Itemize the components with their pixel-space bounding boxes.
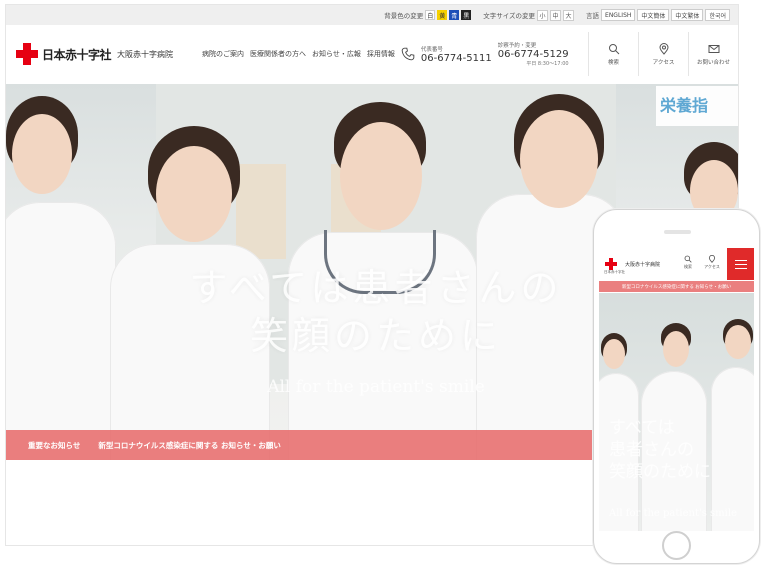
contact-button[interactable]: お問い合わせ xyxy=(688,32,738,76)
tel-main-number: 06-6774-5111 xyxy=(420,52,492,64)
tel-reserve-number: 06-6774-5129 xyxy=(497,49,569,60)
mail-icon xyxy=(708,44,719,53)
mobile-screen: 日本赤十字社 大阪赤十字病院 検索 アクセス 新型コロナウイルス感染症に関する … xyxy=(599,248,754,531)
tel-reserve-label: 診察予約・変更 xyxy=(497,43,537,49)
font-size-group: 文字サイズの変更 小 中 大 xyxy=(483,9,575,21)
tel-reserve[interactable]: 診察予約・変更 06-6774-5129 平日 8:30〜17:00 xyxy=(498,41,569,67)
hamburger-menu-button[interactable] xyxy=(727,248,754,280)
contact-label: お問い合わせ xyxy=(696,59,730,66)
access-button[interactable]: アクセス xyxy=(638,32,688,76)
mobile-search-label: 検索 xyxy=(684,264,692,269)
hero-tagline: すべては患者さんの 笑顔のために xyxy=(166,264,586,360)
hallway-door xyxy=(236,164,286,259)
background-color-label: 背景色の変更 xyxy=(384,12,424,20)
notice-link[interactable]: 新型コロナウイルス感染症に関する お知らせ・お願い xyxy=(98,440,280,451)
access-label: アクセス xyxy=(652,59,675,66)
mobile-notice-bar[interactable]: 新型コロナウイルス感染症に関する お知らせ・お願い xyxy=(599,281,754,292)
mobile-search-button[interactable]: 検索 xyxy=(677,255,699,270)
red-cross-icon xyxy=(16,43,38,65)
hamburger-icon xyxy=(734,259,747,261)
lang-korean-button[interactable]: 한국어 xyxy=(705,9,730,21)
mobile-tagline-line3: 笑顔のために xyxy=(609,462,711,482)
header-icon-buttons: 検索 アクセス お問い合わせ xyxy=(588,32,738,76)
language-label: 言語 xyxy=(586,12,600,20)
hospital-name: 大阪赤十字病院 xyxy=(117,49,174,59)
bg-white-button[interactable]: 白 xyxy=(425,10,436,20)
tel-hours: 平日 8:30〜17:00 xyxy=(526,61,569,67)
search-label: 検索 xyxy=(607,59,619,66)
bg-blue-button[interactable]: 青 xyxy=(449,10,460,20)
phone-speaker xyxy=(664,230,691,234)
mobile-header: 日本赤十字社 大阪赤十字病院 検索 アクセス xyxy=(599,248,754,280)
tel-main[interactable]: 代表番号 06-6774-5111 xyxy=(421,45,492,64)
lang-english-button[interactable]: ENGLISH xyxy=(601,9,636,21)
tel-main-label: 代表番号 xyxy=(420,46,443,53)
search-icon xyxy=(608,43,619,54)
site-header: 日本赤十字社 大阪赤十字病院 病院のご案内 医療関係者の方へ お知らせ・広報 採… xyxy=(6,25,738,83)
bg-black-button[interactable]: 黒 xyxy=(461,10,472,20)
notice-label: 重要なお知らせ xyxy=(28,440,81,450)
utility-bar: 背景色の変更 白 黄 青 黒 文字サイズの変更 小 中 大 言語 ENGLISH… xyxy=(6,5,738,25)
hallway-sign: 栄養指 xyxy=(656,86,738,126)
global-nav: 病院のご案内 医療関係者の方へ お知らせ・広報 採用情報 xyxy=(202,49,395,59)
nav-item-about[interactable]: 病院のご案内 xyxy=(202,49,244,59)
font-size-small-button[interactable]: 小 xyxy=(537,9,549,21)
map-pin-icon xyxy=(658,42,669,55)
map-pin-icon xyxy=(708,254,716,263)
mobile-hospital-name[interactable]: 大阪赤十字病院 xyxy=(625,261,660,268)
font-size-large-button[interactable]: 大 xyxy=(563,9,575,21)
bg-yellow-button[interactable]: 黄 xyxy=(437,10,448,20)
search-icon xyxy=(684,255,692,263)
mobile-device-frame: 日本赤十字社 大阪赤十字病院 検索 アクセス 新型コロナウイルス感染症に関する … xyxy=(593,209,760,564)
nav-item-professionals[interactable]: 医療関係者の方へ xyxy=(250,49,306,59)
nav-item-news[interactable]: お知らせ・広報 xyxy=(312,49,361,59)
mobile-hero-tagline-english: All for the patient's smile xyxy=(609,508,737,519)
mobile-hero-visual: すべては 患者さんの 笑顔のために All for the patient's … xyxy=(599,293,754,531)
phone-home-button xyxy=(662,531,691,560)
lang-zh-traditional-button[interactable]: 中文繁体 xyxy=(671,9,704,21)
mobile-access-button[interactable]: アクセス xyxy=(701,254,723,270)
phone-icon xyxy=(401,47,415,61)
nav-item-recruit[interactable]: 採用情報 xyxy=(367,49,395,59)
mobile-tagline-line2: 患者さんの xyxy=(609,440,694,460)
mobile-access-label: アクセス xyxy=(704,264,720,269)
language-group: 言語 ENGLISH 中文簡体 中文繁体 한국어 xyxy=(586,9,730,21)
mobile-tagline-line1: すべては xyxy=(609,418,675,438)
hero-tagline-english: All for the patient's smile xyxy=(267,377,485,397)
hero-tagline-line1: すべては患者さんの xyxy=(189,266,563,310)
site-logo[interactable]: 日本赤十字社 大阪赤十字病院 xyxy=(16,43,196,65)
red-cross-icon xyxy=(605,258,617,270)
mobile-hero-tagline: すべては 患者さんの 笑顔のために xyxy=(609,417,711,483)
font-size-medium-button[interactable]: 中 xyxy=(550,9,562,21)
font-size-label: 文字サイズの変更 xyxy=(483,12,536,20)
lang-zh-simplified-button[interactable]: 中文簡体 xyxy=(637,9,670,21)
search-button[interactable]: 検索 xyxy=(588,32,638,76)
mobile-org-name: 日本赤十字社 xyxy=(604,270,625,274)
background-color-group: 背景色の変更 白 黄 青 黒 xyxy=(384,10,472,20)
hero-tagline-line2: 笑顔のために xyxy=(249,314,502,358)
org-name: 日本赤十字社 xyxy=(42,47,112,62)
